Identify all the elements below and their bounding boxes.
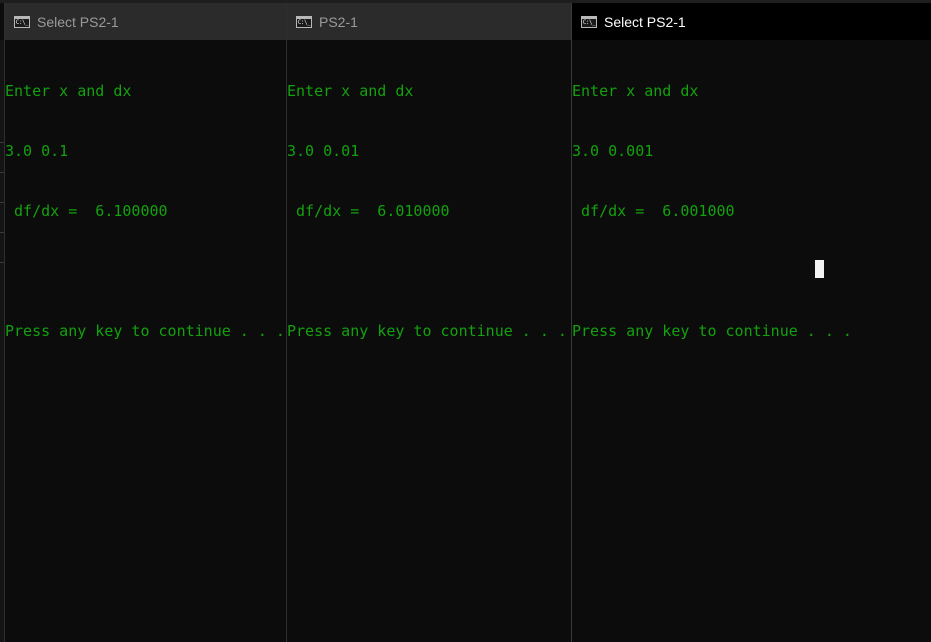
console-output[interactable]: Enter x and dx 3.0 0.01 df/dx = 6.010000… xyxy=(287,40,571,381)
cmd-icon-label: C:\_ xyxy=(15,18,29,26)
console-line: Press any key to continue . . . xyxy=(5,322,285,340)
window-title: Select PS2-1 xyxy=(604,13,686,30)
console-line: 3.0 0.1 xyxy=(5,142,69,160)
window-titlebar[interactable]: C:\_ Select PS2-1 xyxy=(572,3,931,40)
text-cursor xyxy=(815,260,824,278)
window-titlebar[interactable]: C:\_ PS2-1 xyxy=(287,3,571,40)
console-line: Enter x and dx xyxy=(572,82,699,100)
console-window-1[interactable]: C:\_ Select PS2-1 Enter x and dx 3.0 0.1… xyxy=(4,3,286,642)
cmd-icon[interactable]: C:\_ xyxy=(14,15,30,28)
desktop: C:\_ Select PS2-1 Enter x and dx 3.0 0.1… xyxy=(0,0,931,642)
console-line: df/dx = 6.100000 xyxy=(5,202,168,220)
window-title: PS2-1 xyxy=(319,13,358,30)
console-line: df/dx = 6.010000 xyxy=(287,202,450,220)
console-line: df/dx = 6.001000 xyxy=(572,202,735,220)
window-titlebar[interactable]: C:\_ Select PS2-1 xyxy=(5,3,286,40)
console-line: 3.0 0.01 xyxy=(287,142,360,160)
console-line: Press any key to continue . . . xyxy=(287,322,567,340)
cmd-icon[interactable]: C:\_ xyxy=(296,15,312,28)
cmd-icon[interactable]: C:\_ xyxy=(581,15,597,28)
console-line: Press any key to continue . . . xyxy=(572,322,852,340)
cmd-icon-label: C:\_ xyxy=(297,18,311,26)
console-window-2[interactable]: C:\_ PS2-1 Enter x and dx 3.0 0.01 df/dx… xyxy=(286,3,571,642)
cmd-icon-label: C:\_ xyxy=(582,18,596,26)
console-output[interactable]: Enter x and dx 3.0 0.1 df/dx = 6.100000 … xyxy=(5,40,286,381)
console-window-3[interactable]: C:\_ Select PS2-1 Enter x and dx 3.0 0.0… xyxy=(571,3,931,642)
console-output[interactable]: Enter x and dx 3.0 0.001 df/dx = 6.00100… xyxy=(572,40,931,401)
window-title: Select PS2-1 xyxy=(37,13,119,30)
console-line: Enter x and dx xyxy=(287,82,414,100)
console-line: Enter x and dx xyxy=(5,82,132,100)
console-line: 3.0 0.001 xyxy=(572,142,654,160)
